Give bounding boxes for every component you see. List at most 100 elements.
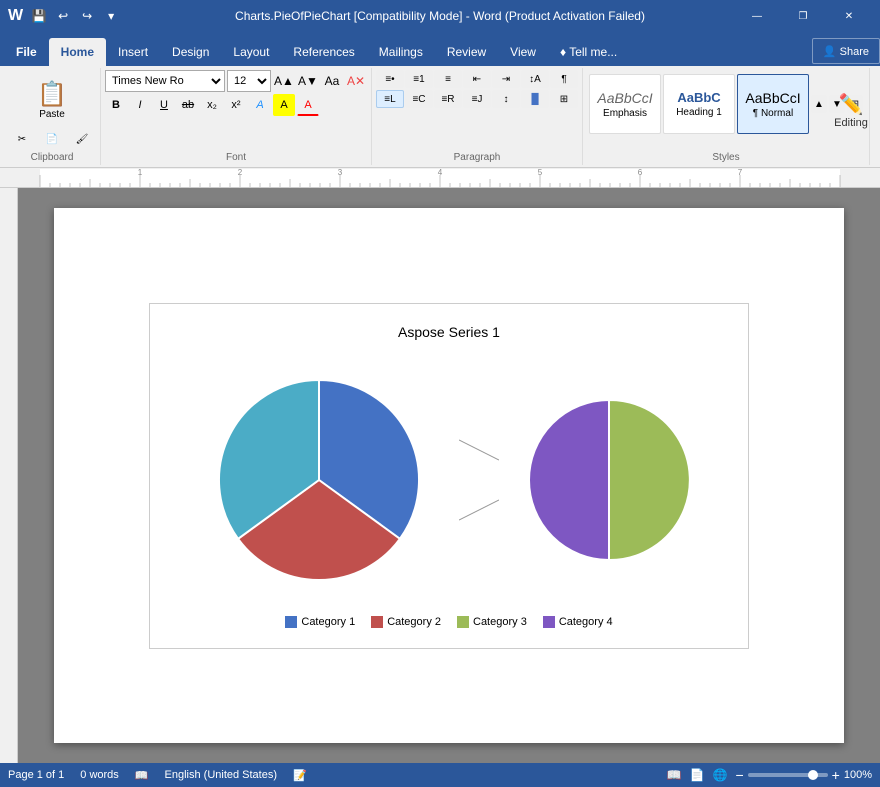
sort-button[interactable]: ↕A <box>521 70 549 88</box>
styles-label: Styles <box>712 148 739 163</box>
align-center-button[interactable]: ≡C <box>405 90 433 108</box>
document-area[interactable]: Aspose Series 1 <box>18 188 880 763</box>
legend-item-cat1: Category 1 <box>285 616 355 628</box>
tab-review[interactable]: Review <box>435 38 498 66</box>
font-row2: B I U ab x₂ x² A A A <box>105 94 367 116</box>
align-right-button[interactable]: ≡R <box>434 90 462 108</box>
line-spacing-button[interactable]: ↕ <box>492 90 520 108</box>
paste-button[interactable]: 📋 Paste <box>28 70 76 130</box>
editing-label: Editing <box>834 117 868 129</box>
minimize-button[interactable]: — <box>734 0 780 32</box>
zoom-out-button[interactable]: − <box>735 767 743 783</box>
copy-button[interactable]: 📄 <box>38 130 66 148</box>
zoom-thumb <box>808 770 818 780</box>
status-right: 📖 📄 🌐 − + 100% <box>667 767 872 783</box>
italic-button[interactable]: I <box>129 94 151 116</box>
track-changes-icon[interactable]: 📝 <box>293 769 307 782</box>
show-marks-button[interactable]: ¶ <box>550 70 578 88</box>
text-effect-button[interactable]: A <box>249 94 271 116</box>
tab-layout[interactable]: Layout <box>221 38 281 66</box>
print-layout-button[interactable]: 📄 <box>690 768 705 782</box>
zoom-in-button[interactable]: + <box>832 767 840 783</box>
chart-title: Aspose Series 1 <box>398 324 500 340</box>
font-color-button[interactable]: A <box>297 94 319 116</box>
style-emphasis[interactable]: AaBbCcI Emphasis <box>589 74 661 134</box>
style-normal[interactable]: AaBbCcI ¶ Normal <box>737 74 809 134</box>
zoom-slider[interactable] <box>748 773 828 777</box>
increase-font-button[interactable]: A▲ <box>273 70 295 92</box>
para-row2: ≡L ≡C ≡R ≡J ↕ █ ⊞ <box>376 90 578 108</box>
share-button[interactable]: 👤 Share <box>812 38 880 64</box>
superscript-button[interactable]: x² <box>225 94 247 116</box>
legend-item-cat4: Category 4 <box>543 616 613 628</box>
shading-button[interactable]: █ <box>521 90 549 108</box>
read-mode-button[interactable]: 📖 <box>667 768 682 782</box>
zoom-bar: − + 100% <box>735 767 872 783</box>
font-family-select[interactable]: Times New Ro <box>105 70 225 92</box>
ribbon-body: 📋 Paste ✂ 📄 🖌 Clipboard Times New Ro <box>0 66 880 168</box>
font-size-select[interactable]: 12 <box>227 70 271 92</box>
language: English (United States) <box>165 769 278 781</box>
multilevel-button[interactable]: ≡ <box>434 70 462 88</box>
style-heading1[interactable]: AaBbC Heading 1 <box>663 74 735 134</box>
svg-text:2: 2 <box>238 169 243 177</box>
paragraph-content: ≡• ≡1 ≡ ⇤ ⇥ ↕A ¶ ≡L ≡C ≡R ≡J ↕ █ ⊞ <box>376 70 578 148</box>
tab-tell-me[interactable]: ♦ Tell me... <box>548 38 629 66</box>
format-painter-button[interactable]: 🖌 <box>68 130 96 148</box>
tab-mailings[interactable]: Mailings <box>367 38 435 66</box>
status-bar: Page 1 of 1 0 words 📖 English (United St… <box>0 763 880 787</box>
restore-button[interactable]: ❐ <box>780 0 826 32</box>
styles-scroll-up[interactable]: ▲ <box>811 95 827 113</box>
web-layout-button[interactable]: 🌐 <box>713 768 728 782</box>
underline-button[interactable]: U <box>153 94 175 116</box>
redo-button[interactable]: ↪ <box>77 6 97 26</box>
svg-text:1: 1 <box>138 169 143 177</box>
undo-button[interactable]: ↩ <box>53 6 73 26</box>
customize-qat-button[interactable]: ▾ <box>101 6 121 26</box>
small-pie-segment-cat4 <box>529 400 609 560</box>
close-button[interactable]: ✕ <box>826 0 872 32</box>
decrease-font-button[interactable]: A▼ <box>297 70 319 92</box>
tab-file[interactable]: File <box>4 38 49 66</box>
decrease-indent-button[interactable]: ⇤ <box>463 70 491 88</box>
connector-lines <box>459 380 499 580</box>
proofing-icon[interactable]: 📖 <box>135 769 149 782</box>
align-left-button[interactable]: ≡L <box>376 90 404 108</box>
change-case-button[interactable]: Aa <box>321 70 343 92</box>
tab-design[interactable]: Design <box>160 38 221 66</box>
bullets-button[interactable]: ≡• <box>376 70 404 88</box>
cut-button[interactable]: ✂ <box>8 130 36 148</box>
tab-insert[interactable]: Insert <box>106 38 160 66</box>
strikethrough-button[interactable]: ab <box>177 94 199 116</box>
bold-button[interactable]: B <box>105 94 127 116</box>
font-row1: Times New Ro 12 A▲ A▼ Aa A✕ <box>105 70 367 92</box>
window-controls: — ❐ ✕ <box>734 0 872 32</box>
zoom-level: 100% <box>844 769 872 781</box>
emphasis-preview: AaBbCcI <box>597 90 652 106</box>
svg-text:4: 4 <box>438 169 443 177</box>
editing-panel[interactable]: ✏️ Editing <box>826 70 876 150</box>
title-bar-left: W 💾 ↩ ↪ ▾ <box>8 6 121 26</box>
text-highlight-button[interactable]: A <box>273 94 295 116</box>
main-pie-chart <box>199 360 439 600</box>
vertical-ruler <box>0 188 18 763</box>
clear-format-button[interactable]: A✕ <box>345 70 367 92</box>
tab-home[interactable]: Home <box>49 38 106 66</box>
legend-label-cat1: Category 1 <box>301 616 355 628</box>
tab-references[interactable]: References <box>281 38 366 66</box>
numbering-button[interactable]: ≡1 <box>405 70 433 88</box>
font-section: Times New Ro 12 A▲ A▼ Aa A✕ B I U ab x₂ <box>105 70 367 116</box>
normal-preview: AaBbCcI <box>745 90 800 106</box>
font-label: Font <box>226 148 246 163</box>
borders-button[interactable]: ⊞ <box>550 90 578 108</box>
paste-label: Paste <box>39 109 65 120</box>
small-pie-segment-cat3 <box>609 399 690 559</box>
subscript-button[interactable]: x₂ <box>201 94 223 116</box>
chart-area <box>199 360 699 600</box>
justify-button[interactable]: ≡J <box>463 90 491 108</box>
tab-view[interactable]: View <box>498 38 548 66</box>
save-button[interactable]: 💾 <box>29 6 49 26</box>
increase-indent-button[interactable]: ⇥ <box>492 70 520 88</box>
editing-icon: ✏️ <box>839 92 864 117</box>
heading1-label: Heading 1 <box>676 107 722 118</box>
